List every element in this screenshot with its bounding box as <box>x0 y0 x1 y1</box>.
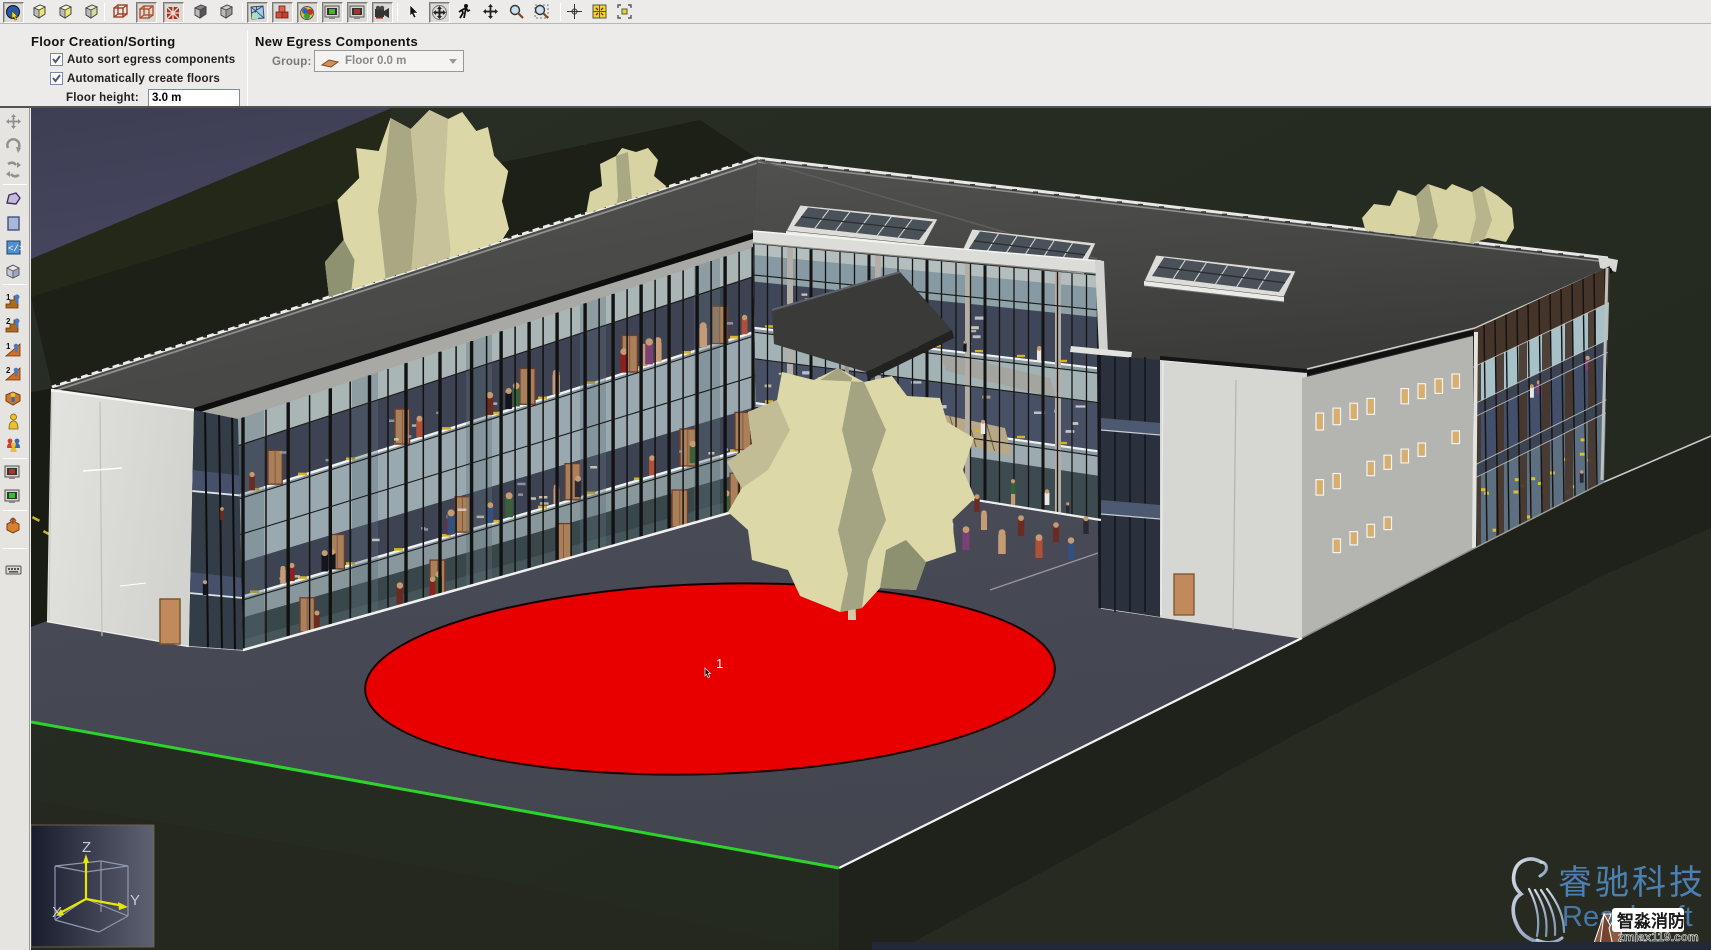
svg-text:2: 2 <box>6 366 11 375</box>
svg-text:2: 2 <box>6 317 11 326</box>
svg-text:zmjax119.com: zmjax119.com <box>1618 930 1699 944</box>
svg-text:睿驰科技: 睿驰科技 <box>1558 864 1706 902</box>
svg-text:Z: Z <box>82 839 91 856</box>
svg-text:1: 1 <box>716 656 723 671</box>
svg-text:</>: </> <box>8 244 23 254</box>
svg-text:1: 1 <box>6 293 11 302</box>
svg-text:Y: Y <box>130 892 140 909</box>
svg-text:智淼消防: 智淼消防 <box>1617 911 1685 931</box>
svg-text:X: X <box>52 904 62 921</box>
svg-text:1: 1 <box>6 342 11 351</box>
